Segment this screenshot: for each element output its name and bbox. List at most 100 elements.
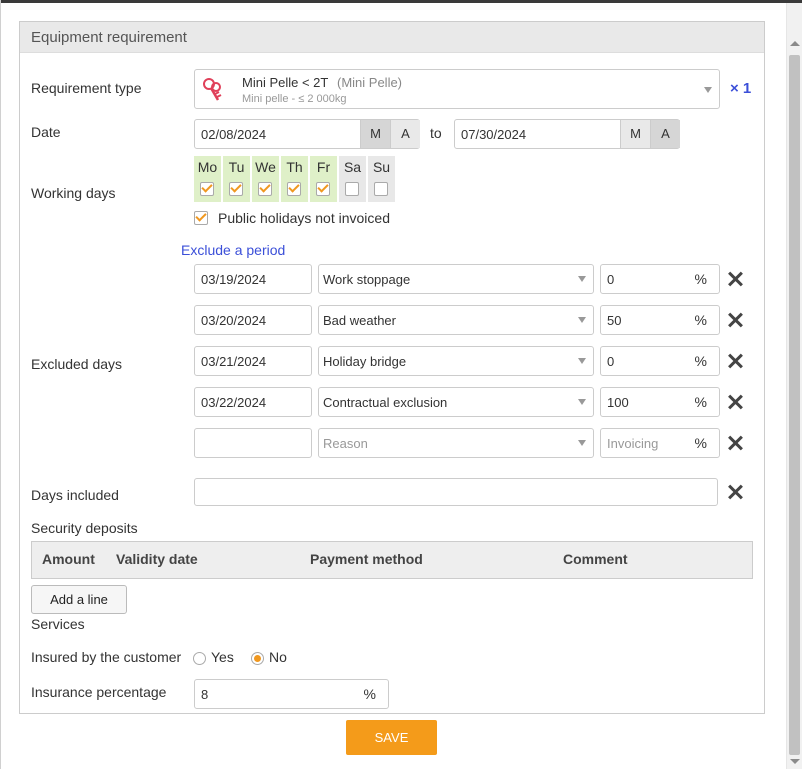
days-included-input[interactable] (194, 478, 718, 506)
percent-unit: % (694, 394, 707, 410)
day-we[interactable]: We (252, 156, 279, 202)
new-excluded-date-input[interactable] (194, 428, 312, 458)
day-th[interactable]: Th (281, 156, 308, 202)
excluded-invoicing-input-4[interactable]: 100 % (600, 387, 720, 417)
panel-title: Equipment requirement (31, 29, 187, 46)
date-from-group: 02/08/2024 M A (194, 119, 420, 149)
clear-new-excluded-icon[interactable] (727, 435, 743, 451)
scroll-down-icon[interactable] (790, 759, 800, 764)
scrollbar-thumb[interactable] (789, 55, 800, 755)
date-label: Date (31, 124, 61, 140)
excluded-reason-select-4[interactable]: Contractual exclusion (318, 387, 594, 417)
day-th-label: Th (286, 159, 303, 175)
window-top-border (0, 0, 802, 3)
day-sa-checkbox[interactable] (345, 182, 359, 196)
vertical-scrollbar[interactable] (786, 3, 802, 769)
requirement-type-select[interactable]: Mini Pelle < 2T (Mini Pelle) Mini pelle … (194, 69, 720, 109)
insured-no-radio[interactable] (251, 652, 264, 665)
date-to-group: 07/30/2024 M A (454, 119, 680, 149)
day-mo[interactable]: Mo (194, 156, 221, 202)
percent-unit: % (694, 271, 707, 287)
public-holidays-checkbox[interactable] (194, 211, 208, 225)
date-from-input[interactable]: 02/08/2024 (201, 127, 266, 142)
chevron-down-icon (578, 358, 586, 364)
excluded-invoicing-input-1[interactable]: 0 % (600, 264, 720, 294)
excluded-reason-value-2: Bad weather (323, 313, 396, 328)
requirement-category: (Mini Pelle) (337, 75, 403, 90)
excluded-invoicing-value-1: 0 (607, 272, 615, 287)
requirement-type-label: Requirement type (31, 80, 142, 96)
insured-yes-label: Yes (211, 649, 234, 665)
save-button[interactable]: SAVE (346, 720, 437, 755)
day-sa[interactable]: Sa (339, 156, 366, 202)
services-label: Services (31, 616, 85, 632)
day-sa-label: Sa (343, 159, 362, 175)
new-excluded-invoicing-input[interactable]: Invoicing % (600, 428, 720, 458)
date-to-input[interactable]: 07/30/2024 (461, 127, 526, 142)
insured-no-label: No (269, 649, 287, 665)
day-su-checkbox[interactable] (374, 182, 388, 196)
days-included-label: Days included (31, 487, 119, 503)
percent-unit: % (694, 312, 707, 328)
excluded-reason-value-3: Holiday bridge (323, 354, 407, 369)
insurance-percentage-label: Insurance percentage (31, 684, 167, 700)
add-line-button[interactable]: Add a line (31, 585, 127, 614)
excluded-reason-value-4: Contractual exclusion (323, 395, 448, 410)
chevron-down-icon (578, 399, 586, 405)
scroll-up-icon[interactable] (790, 41, 800, 46)
clear-days-included-icon[interactable] (727, 484, 743, 500)
chevron-down-icon (704, 87, 712, 93)
day-su-label: Su (372, 159, 391, 175)
excluded-date-input-1[interactable]: 03/19/2024 (194, 264, 312, 294)
date-to-m-button[interactable]: M (620, 120, 650, 148)
window-left-border (0, 0, 1, 769)
date-from-m-button[interactable]: M (360, 120, 390, 148)
day-we-checkbox[interactable] (258, 182, 272, 196)
excluded-invoicing-value-4: 100 (607, 395, 629, 410)
column-validity-date: Validity date (116, 551, 198, 567)
day-fr[interactable]: Fr (310, 156, 337, 202)
requirement-subtitle: Mini pelle - ≤ 2 000kg (242, 93, 347, 105)
column-comment: Comment (563, 551, 628, 567)
excluded-reason-select-2[interactable]: Bad weather (318, 305, 594, 335)
new-excluded-reason-select[interactable]: Reason (318, 428, 594, 458)
excluded-invoicing-input-3[interactable]: 0 % (600, 346, 720, 376)
excluded-date-input-3[interactable]: 03/21/2024 (194, 346, 312, 376)
requirement-quantity[interactable]: × 1 (730, 80, 751, 97)
date-to-label: to (430, 125, 442, 141)
insurance-percentage-input[interactable]: 8 % (194, 679, 389, 709)
excluded-date-input-4[interactable]: 03/22/2024 (194, 387, 312, 417)
keys-icon (203, 78, 222, 101)
day-fr-checkbox[interactable] (316, 182, 330, 196)
day-su[interactable]: Su (368, 156, 395, 202)
excluded-reason-select-3[interactable]: Holiday bridge (318, 346, 594, 376)
day-tu-label: Tu (228, 159, 245, 175)
excluded-days-label: Excluded days (31, 356, 123, 372)
day-tu-checkbox[interactable] (229, 182, 243, 196)
excluded-invoicing-input-2[interactable]: 50 % (600, 305, 720, 335)
exclude-period-link[interactable]: Exclude a period (181, 242, 285, 258)
excluded-invoicing-value-2: 50 (607, 313, 622, 328)
percent-unit: % (694, 435, 707, 451)
day-tu[interactable]: Tu (223, 156, 250, 202)
remove-excluded-1-icon[interactable] (727, 271, 743, 287)
chevron-down-icon (578, 317, 586, 323)
day-mo-checkbox[interactable] (200, 182, 214, 196)
panel-header: Equipment requirement (20, 22, 764, 53)
date-from-a-button[interactable]: A (390, 120, 420, 148)
day-mo-label: Mo (197, 159, 218, 175)
new-invoicing-placeholder: Invoicing (607, 436, 659, 451)
remove-excluded-3-icon[interactable] (727, 353, 743, 369)
remove-excluded-2-icon[interactable] (727, 312, 743, 328)
day-we-label: We (255, 159, 276, 175)
date-to-a-button[interactable]: A (650, 120, 680, 148)
chevron-down-icon (578, 276, 586, 282)
chevron-down-icon (578, 440, 586, 446)
requirement-name: Mini Pelle < 2T (242, 75, 329, 90)
insured-label: Insured by the customer (31, 649, 182, 665)
excluded-date-input-2[interactable]: 03/20/2024 (194, 305, 312, 335)
day-th-checkbox[interactable] (287, 182, 301, 196)
excluded-reason-select-1[interactable]: Work stoppage (318, 264, 594, 294)
remove-excluded-4-icon[interactable] (727, 394, 743, 410)
insured-yes-radio[interactable] (193, 652, 206, 665)
